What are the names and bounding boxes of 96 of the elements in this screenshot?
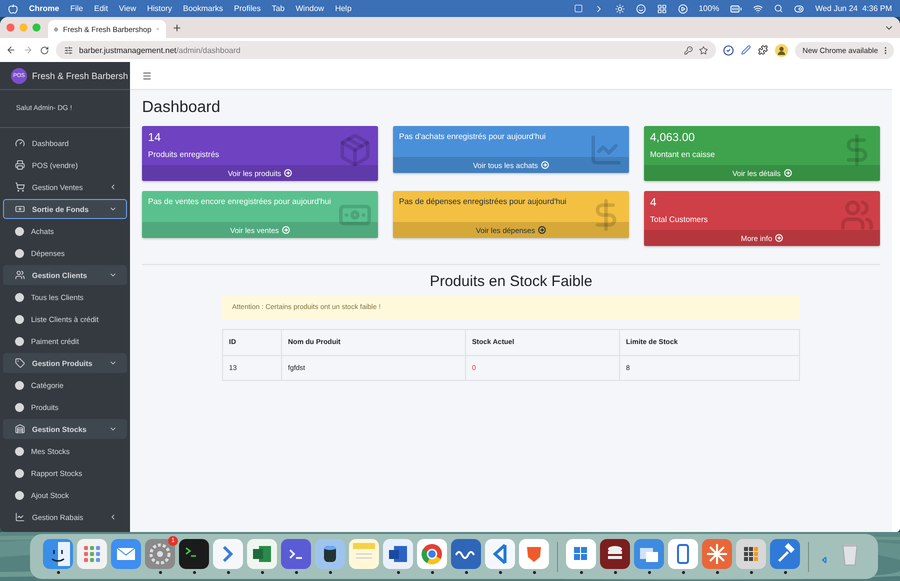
banknote-icon [15,204,25,214]
page-title: Dashboard [142,99,222,117]
chart-icon [15,512,25,522]
stat-value: 4,063.00 [650,132,696,144]
globe-icon [54,24,58,34]
phone-icon[interactable] [668,539,698,569]
stat-label: Pas de dépenses enregistrées pour aujourd'hui [399,197,568,206]
wave-icon[interactable] [451,539,481,569]
battery-percentage: 100% [698,4,720,13]
prompt-icon[interactable] [281,539,311,569]
pen-icon[interactable] [740,45,751,55]
address-bar[interactable]: barber.justmanagement.net/admin/dashboard [56,41,716,59]
menu-item[interactable]: Profiles [234,4,261,13]
stat-label: Produits enregistrés [148,150,220,159]
star-icon[interactable] [698,46,708,54]
circle-icon [15,226,24,236]
circle-icon [15,402,24,412]
avatar-icon[interactable] [774,44,788,56]
chevron-down-icon [109,425,117,433]
key-icon[interactable] [684,46,693,54]
menu-item[interactable]: Window [296,4,324,13]
users-icon [15,270,25,280]
apple-icon[interactable] [8,4,18,14]
circle-icon [15,380,24,390]
arrow-circle-icon [775,234,784,242]
search-icon[interactable] [774,4,784,13]
chevron-left-icon [109,513,117,521]
box-icon [338,133,372,167]
grid-icon[interactable] [656,4,667,14]
users-icon [840,198,874,232]
arrow-circle-icon [284,169,292,177]
code-icon[interactable] [485,539,515,569]
menu-icon[interactable] [142,70,152,80]
circle-icon [15,468,24,478]
circle-icon [15,446,24,456]
stat-label: Total Customers [650,215,709,224]
chevron-down-icon [109,271,117,279]
warehouse-icon [15,424,25,434]
square-icon[interactable] [574,4,583,13]
smiley-icon[interactable] [636,4,646,14]
circle-icon [15,292,24,302]
spreadsheet-icon[interactable] [247,539,277,569]
clock: Wed Jun 24 4:36 PM [815,4,892,13]
new-tab-icon[interactable] [172,22,182,32]
cart-icon [15,182,25,192]
battery-icon[interactable] [730,2,742,14]
arrow-circle-icon [541,161,550,169]
arrow-circle-icon [784,169,792,177]
finder-face-icon[interactable] [43,539,73,569]
arrow-circle-icon [282,226,290,234]
chevron-down-icon [109,205,117,213]
back-icon[interactable] [6,45,16,55]
circle-icon [15,314,24,324]
menu-item[interactable]: History [147,4,172,13]
arrow-circle-icon [538,226,546,234]
database-icon[interactable] [600,539,630,569]
menu-item[interactable]: File [70,4,84,13]
play-icon[interactable] [678,4,688,14]
terminal-icon[interactable] [179,539,209,569]
chevron-down-icon [109,359,117,367]
circle-icon [15,248,24,258]
toggle-icon[interactable] [794,4,804,14]
menu-item[interactable]: Edit [94,4,108,13]
document-icon[interactable] [383,539,413,569]
stat-label: Montant en caisse [650,150,716,159]
reload-icon[interactable] [40,46,49,54]
menu-item[interactable]: Tab [272,4,285,13]
tiles-icon[interactable] [566,539,596,569]
cylinder-icon[interactable] [315,539,345,569]
chevron-left-icon [109,183,117,191]
tag-icon [15,358,25,368]
app-menu[interactable]: Chrome [29,4,60,13]
stat-value: 4 [650,197,658,209]
stat-value: 14 [148,132,162,144]
site-settings-icon[interactable] [64,46,73,54]
puzzle-icon[interactable] [758,45,768,55]
menu-item[interactable]: View [118,4,136,13]
stat-label: Pas d'achats enregistrés pour aujourd'hui [399,132,547,141]
printer-icon [15,160,25,170]
circle-icon [15,490,24,500]
starburst-icon[interactable] [702,539,732,569]
menu-item[interactable]: Bookmarks [183,4,224,13]
brand-name: Fresh & Fresh Barbersh [32,70,128,80]
calculator-icon[interactable] [736,539,766,569]
sun-icon[interactable] [614,4,625,14]
menu-item[interactable]: Help [335,4,352,13]
envelope-icon[interactable] [111,539,141,569]
section-title: Produits en Stock Faible [428,273,594,290]
circle-icon [15,336,24,346]
wifi-icon[interactable] [753,4,764,14]
hammer-icon[interactable] [770,539,800,569]
stat-label: Pas de ventes encore enregistrées pour aujourd'hui [148,197,332,206]
gauge-icon [15,138,25,148]
check-circle-icon[interactable] [722,44,734,56]
chevron-icon[interactable] [213,539,243,569]
shield-icon[interactable] [519,539,549,569]
